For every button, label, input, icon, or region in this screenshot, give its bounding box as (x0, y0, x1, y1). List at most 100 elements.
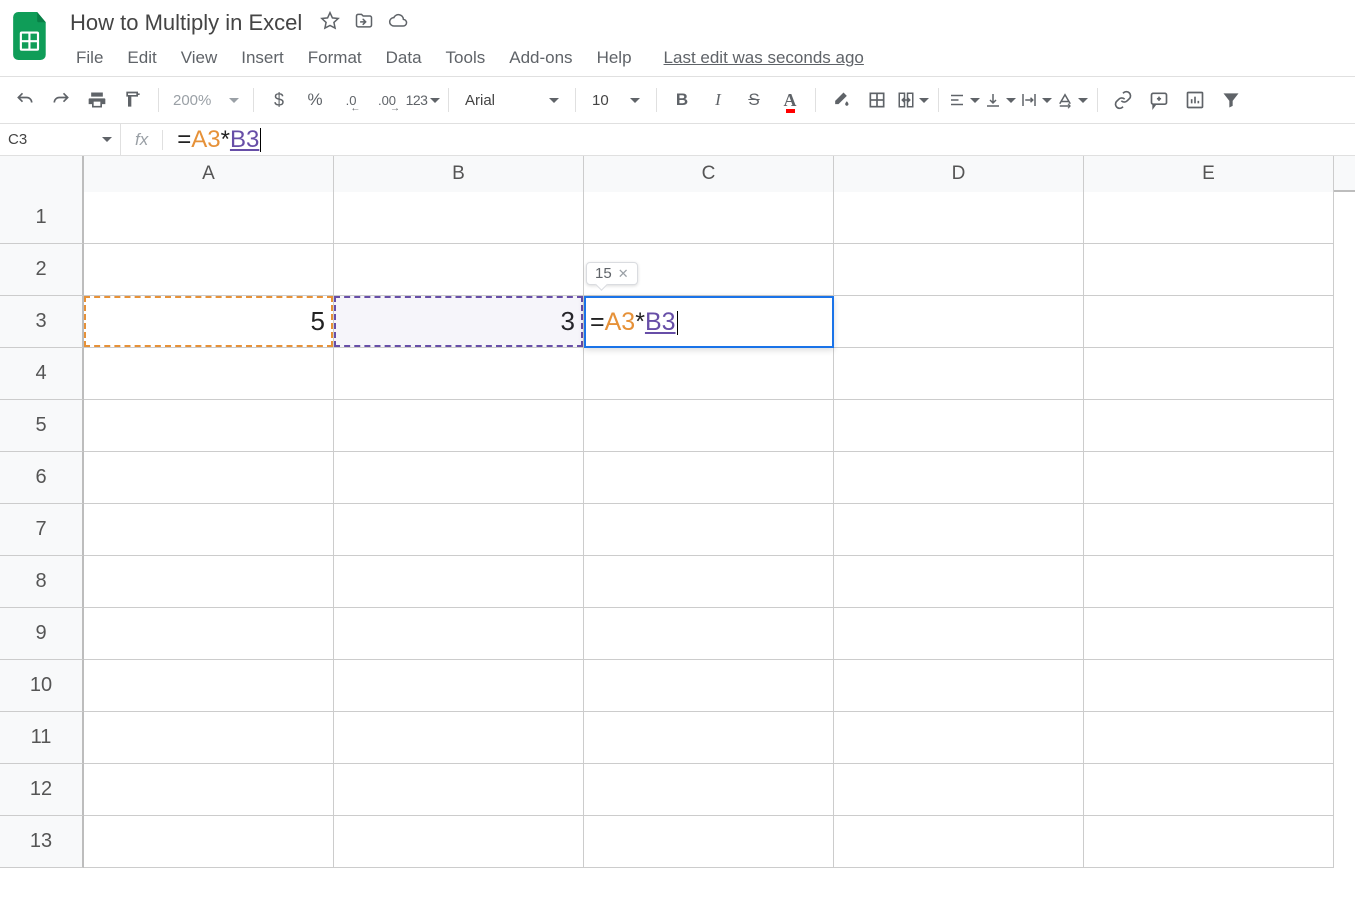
tooltip-close-icon[interactable]: ✕ (618, 266, 629, 282)
menu-file[interactable]: File (66, 44, 113, 72)
cell-B12[interactable] (334, 764, 584, 816)
cell-E5[interactable] (1084, 400, 1334, 452)
row-header-3[interactable]: 3 (0, 296, 84, 348)
percent-button[interactable]: % (298, 83, 332, 117)
menu-edit[interactable]: Edit (117, 44, 166, 72)
cell-C11[interactable] (584, 712, 834, 764)
document-title[interactable]: How to Multiply in Excel (66, 8, 306, 38)
col-header-A[interactable]: A (84, 156, 334, 192)
cell-E1[interactable] (1084, 192, 1334, 244)
cell-C10[interactable] (584, 660, 834, 712)
cell-A12[interactable] (84, 764, 334, 816)
cell-C7[interactable] (584, 504, 834, 556)
cell-A11[interactable] (84, 712, 334, 764)
cell-C4[interactable] (584, 348, 834, 400)
font-size-select[interactable]: 10 (584, 85, 648, 115)
print-button[interactable] (80, 83, 114, 117)
cell-A7[interactable] (84, 504, 334, 556)
decrease-decimal-button[interactable]: .0← (334, 83, 368, 117)
formula-bar-input[interactable]: =A3*B3 (177, 126, 261, 154)
cell-A9[interactable] (84, 608, 334, 660)
row-header-11[interactable]: 11 (0, 712, 84, 764)
row-header-7[interactable]: 7 (0, 504, 84, 556)
undo-button[interactable] (8, 83, 42, 117)
cell-B1[interactable] (334, 192, 584, 244)
horizontal-align-button[interactable] (947, 83, 981, 117)
cell-D3[interactable] (834, 296, 1084, 348)
cell-D6[interactable] (834, 452, 1084, 504)
bold-button[interactable]: B (665, 83, 699, 117)
app-icon[interactable] (10, 12, 54, 60)
row-header-2[interactable]: 2 (0, 244, 84, 296)
filter-button[interactable] (1214, 83, 1248, 117)
more-formats-button[interactable]: 123 (406, 83, 440, 117)
row-header-1[interactable]: 1 (0, 192, 84, 244)
cell-A2[interactable] (84, 244, 334, 296)
insert-link-button[interactable] (1106, 83, 1140, 117)
row-header-10[interactable]: 10 (0, 660, 84, 712)
cell-E2[interactable] (1084, 244, 1334, 296)
cell-B10[interactable] (334, 660, 584, 712)
cell-E8[interactable] (1084, 556, 1334, 608)
text-wrap-button[interactable] (1019, 83, 1053, 117)
select-all-corner[interactable] (0, 156, 84, 192)
menu-help[interactable]: Help (587, 44, 642, 72)
cell-E11[interactable] (1084, 712, 1334, 764)
cell-C3[interactable]: 15 ✕ =A3*B3 (584, 296, 834, 348)
cell-E4[interactable] (1084, 348, 1334, 400)
insert-comment-button[interactable] (1142, 83, 1176, 117)
insert-chart-button[interactable] (1178, 83, 1212, 117)
text-color-button[interactable]: A (773, 83, 807, 117)
cell-A1[interactable] (84, 192, 334, 244)
cell-D13[interactable] (834, 816, 1084, 868)
cell-E6[interactable] (1084, 452, 1334, 504)
menu-data[interactable]: Data (376, 44, 432, 72)
col-header-E[interactable]: E (1084, 156, 1334, 192)
cell-D1[interactable] (834, 192, 1084, 244)
cell-A8[interactable] (84, 556, 334, 608)
cell-E10[interactable] (1084, 660, 1334, 712)
row-header-13[interactable]: 13 (0, 816, 84, 868)
cell-C1[interactable] (584, 192, 834, 244)
cell-C13[interactable] (584, 816, 834, 868)
cell-D8[interactable] (834, 556, 1084, 608)
cell-C9[interactable] (584, 608, 834, 660)
cell-B6[interactable] (334, 452, 584, 504)
cell-D12[interactable] (834, 764, 1084, 816)
text-rotation-button[interactable] (1055, 83, 1089, 117)
row-header-9[interactable]: 9 (0, 608, 84, 660)
cell-C12[interactable] (584, 764, 834, 816)
star-icon[interactable] (320, 11, 340, 36)
cell-E7[interactable] (1084, 504, 1334, 556)
move-folder-icon[interactable] (354, 11, 374, 36)
merge-cells-button[interactable] (896, 83, 930, 117)
menu-tools[interactable]: Tools (436, 44, 496, 72)
currency-button[interactable]: $ (262, 83, 296, 117)
cell-B8[interactable] (334, 556, 584, 608)
row-header-6[interactable]: 6 (0, 452, 84, 504)
cell-A6[interactable] (84, 452, 334, 504)
cell-B11[interactable] (334, 712, 584, 764)
cell-A3[interactable]: 5 (84, 296, 334, 348)
fill-color-button[interactable] (824, 83, 858, 117)
cell-E3[interactable] (1084, 296, 1334, 348)
borders-button[interactable] (860, 83, 894, 117)
paint-format-button[interactable] (116, 83, 150, 117)
last-edit-link[interactable]: Last edit was seconds ago (664, 48, 864, 68)
increase-decimal-button[interactable]: .00→ (370, 83, 404, 117)
cell-B4[interactable] (334, 348, 584, 400)
menu-insert[interactable]: Insert (231, 44, 294, 72)
cloud-status-icon[interactable] (388, 11, 408, 36)
cell-B5[interactable] (334, 400, 584, 452)
strikethrough-button[interactable]: S (737, 83, 771, 117)
cell-B9[interactable] (334, 608, 584, 660)
row-header-12[interactable]: 12 (0, 764, 84, 816)
cell-E9[interactable] (1084, 608, 1334, 660)
row-header-5[interactable]: 5 (0, 400, 84, 452)
cell-D5[interactable] (834, 400, 1084, 452)
menu-format[interactable]: Format (298, 44, 372, 72)
cell-C5[interactable] (584, 400, 834, 452)
cell-C6[interactable] (584, 452, 834, 504)
cell-A10[interactable] (84, 660, 334, 712)
cell-B2[interactable] (334, 244, 584, 296)
